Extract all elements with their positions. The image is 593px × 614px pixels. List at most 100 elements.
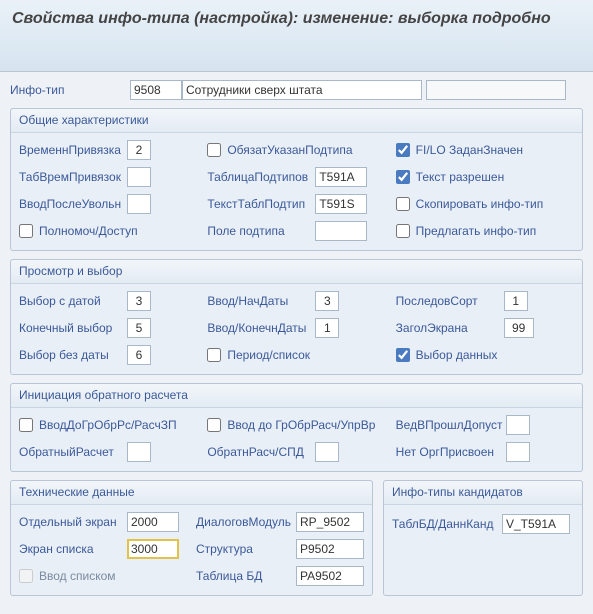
text-allowed-text: Текст разрешен [416, 170, 505, 184]
past-input[interactable] [506, 415, 530, 435]
end-sel-label: Конечный выбор [19, 321, 127, 335]
group-view: Просмотр и выбор Выбор с датой Ввод/НачД… [10, 259, 583, 375]
cand-dbtable-label: ТаблБД/ДаннКанд [392, 517, 502, 531]
dbtab-input[interactable] [296, 566, 364, 586]
past-label: ВедВПрошлДопуст [396, 418, 506, 432]
dialog-label: ДиалоговМодуль [196, 515, 296, 529]
text-allowed-box[interactable] [396, 170, 410, 184]
group-cand: Инфо-типы кандидатов ТаблБД/ДаннКанд [383, 480, 583, 596]
subtype-field-label: Поле подтипа [207, 224, 315, 238]
subtype-text-table-input[interactable] [315, 194, 367, 214]
group-general-title: Общие характеристики [11, 109, 582, 133]
time-binding-input[interactable] [127, 140, 151, 160]
input-list-checkbox[interactable]: Ввод списком [19, 569, 116, 583]
group-retro-title: Инициация обратного расчета [11, 384, 582, 408]
end-date-input[interactable] [315, 318, 339, 338]
single-screen-input[interactable] [127, 512, 179, 532]
begin-date-label: Ввод/НачДаты [207, 294, 315, 308]
sel-date-label: Выбор с датой [19, 294, 127, 308]
retro-label: ОбратныйРасчет [19, 445, 127, 459]
subtype-text-table-label: ТекстТаблПодтип [207, 197, 315, 211]
struct-label: Структура [196, 542, 296, 556]
copy-infotype-checkbox[interactable]: Скопировать инфо-тип [396, 197, 544, 211]
gr-obr-text: ВводДоГрОбрРс/РасчЗП [39, 418, 177, 432]
cand-dbtable-input[interactable] [502, 514, 570, 534]
group-view-body: Выбор с датой Ввод/НачДаты ПоследовСорт … [11, 284, 582, 374]
infotype-extra-input [426, 80, 566, 100]
single-screen-label: Отдельный экран [19, 515, 127, 529]
bottom-row: Технические данные Отдельный экран Диало… [10, 480, 583, 604]
data-select-box[interactable] [396, 348, 410, 362]
list-screen-input[interactable] [127, 539, 179, 559]
sort-label: ПоследовСорт [396, 294, 504, 308]
begin-date-input[interactable] [315, 291, 339, 311]
auth-access-checkbox[interactable]: Полномоч/Доступ [19, 224, 138, 238]
after-dismiss-label: ВводПослеУвольн [19, 197, 127, 211]
auth-access-text: Полномоч/Доступ [39, 224, 138, 238]
no-org-label: Нет ОргПрисвоен [396, 445, 506, 459]
required-subtype-text: ОбязатУказанПодтипа [227, 143, 352, 157]
infotype-code-input[interactable] [130, 80, 182, 100]
group-tech-body: Отдельный экран ДиалоговМодуль Экран спи… [11, 505, 372, 595]
gr-obr2-box[interactable] [207, 418, 221, 432]
group-tech-title: Технические данные [11, 481, 372, 505]
no-date-label: Выбор без даты [19, 348, 127, 362]
screen-title-label: ЗаголЭкрана [396, 321, 504, 335]
after-dismiss-input[interactable] [127, 194, 151, 214]
group-retro-body: ВводДоГрОбрРс/РасчЗП Ввод до ГрОбрРасч/У… [11, 408, 582, 471]
gr-obr-cb[interactable]: ВводДоГрОбрРс/РасчЗП [19, 418, 177, 432]
subtype-table-input[interactable] [315, 167, 367, 187]
text-allowed-checkbox[interactable]: Текст разрешен [396, 170, 505, 184]
copy-infotype-text: Скопировать инфо-тип [416, 197, 544, 211]
group-general: Общие характеристики ВременнПривязка Обя… [10, 108, 583, 251]
group-tech: Технические данные Отдельный экран Диало… [10, 480, 373, 596]
no-date-input[interactable] [127, 345, 151, 365]
retro2-label: ОбратнРасч/СПД [207, 445, 315, 459]
group-view-title: Просмотр и выбор [11, 260, 582, 284]
period-list-text: Период/список [227, 348, 310, 362]
copy-infotype-box[interactable] [396, 197, 410, 211]
subtype-field-input[interactable] [315, 221, 367, 241]
input-list-text: Ввод списком [39, 569, 116, 583]
infotype-name-input[interactable] [182, 80, 422, 100]
input-list-box [19, 569, 33, 583]
time-binding-label: ВременнПривязка [19, 143, 127, 157]
infotype-row: Инфо-тип [10, 80, 583, 100]
retro-input[interactable] [127, 442, 151, 462]
data-select-text: Выбор данных [416, 348, 498, 362]
filo-checkbox[interactable]: FI/LO ЗаданЗначен [396, 143, 523, 157]
dbtab-label: Таблица БД [196, 569, 296, 583]
screen-title-input[interactable] [504, 318, 534, 338]
group-general-body: ВременнПривязка ОбязатУказанПодтипа FI/L… [11, 133, 582, 250]
auth-access-box[interactable] [19, 224, 33, 238]
tab-time-label: ТабВремПривязок [19, 170, 127, 184]
gr-obr2-cb[interactable]: Ввод до ГрОбрРасч/УпрВр [207, 418, 375, 432]
end-sel-input[interactable] [127, 318, 151, 338]
gr-obr2-text: Ввод до ГрОбрРасч/УпрВр [227, 418, 375, 432]
filo-text: FI/LO ЗаданЗначен [416, 143, 523, 157]
retro2-input[interactable] [315, 442, 339, 462]
suggest-infotype-box[interactable] [396, 224, 410, 238]
suggest-infotype-checkbox[interactable]: Предлагать инфо-тип [396, 224, 537, 238]
list-screen-label: Экран списка [19, 542, 127, 556]
infotype-label: Инфо-тип [10, 83, 130, 97]
data-select-checkbox[interactable]: Выбор данных [396, 348, 498, 362]
group-retro: Инициация обратного расчета ВводДоГрОбрР… [10, 383, 583, 472]
no-org-input[interactable] [506, 442, 530, 462]
struct-input[interactable] [296, 539, 364, 559]
sort-input[interactable] [504, 291, 528, 311]
required-subtype-checkbox[interactable]: ОбязатУказанПодтипа [207, 143, 352, 157]
subtype-table-label: ТаблицаПодтипов [207, 170, 315, 184]
gr-obr-box[interactable] [19, 418, 33, 432]
sel-date-input[interactable] [127, 291, 151, 311]
content: Инфо-тип Общие характеристики ВременнПри… [0, 72, 593, 614]
group-cand-title: Инфо-типы кандидатов [384, 481, 582, 505]
dialog-input[interactable] [296, 512, 364, 532]
period-list-box[interactable] [207, 348, 221, 362]
period-list-checkbox[interactable]: Период/список [207, 348, 310, 362]
window-title: Свойства инфо-типа (настройка): изменени… [0, 0, 593, 72]
tab-time-input[interactable] [127, 167, 151, 187]
required-subtype-box[interactable] [207, 143, 221, 157]
group-cand-body: ТаблБД/ДаннКанд [384, 505, 582, 543]
filo-box[interactable] [396, 143, 410, 157]
